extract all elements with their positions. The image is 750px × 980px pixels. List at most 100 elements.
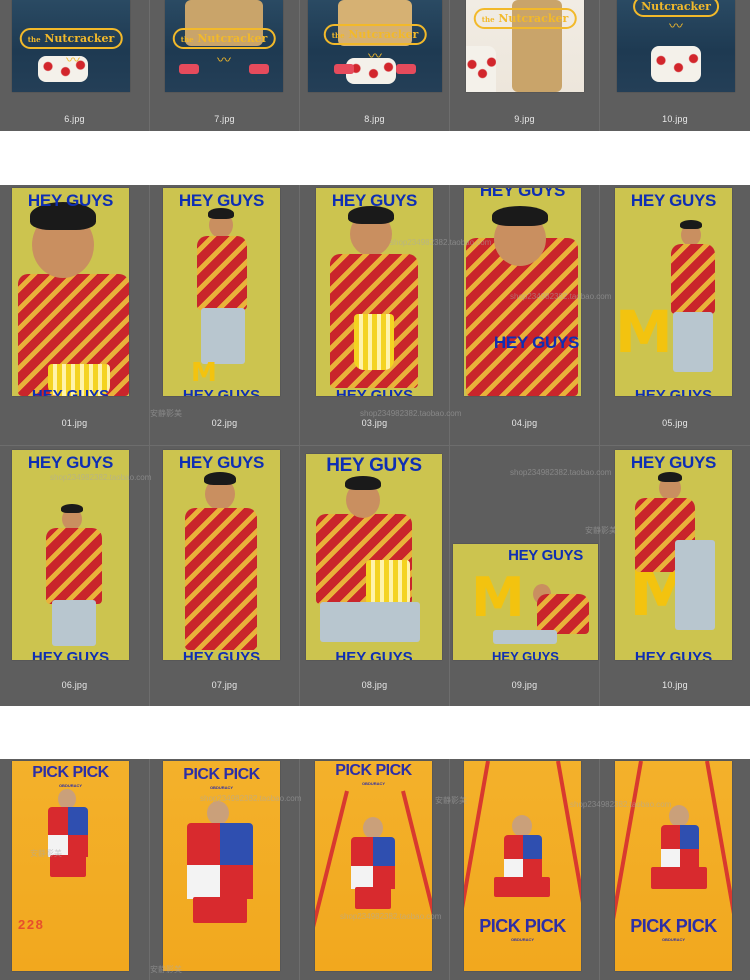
jeans bbox=[675, 540, 715, 630]
hey-guys-bottom: HEY GUYS bbox=[492, 649, 559, 660]
thumbnail-cell[interactable]: HEY GUYS HEY GUYS 06.jpg bbox=[0, 446, 150, 706]
hey-guys-bottom: HEY GUYS bbox=[182, 387, 261, 396]
hey-guys-bottom: HEY GUYS bbox=[634, 649, 713, 660]
nutcracker-logo: the Nutcracker bbox=[19, 28, 123, 49]
pick-pick-title: PICK PICK bbox=[183, 766, 260, 783]
sock bbox=[249, 64, 269, 74]
thumbnail-cell[interactable]: HEY GUYS HEY GUYS 04.jpg bbox=[450, 185, 600, 445]
thumbnail-image[interactable]: the Nutcracker 〰 bbox=[165, 0, 283, 92]
filename-label: 06.jpg bbox=[61, 680, 88, 690]
golden-arch: M bbox=[615, 298, 673, 366]
nutcracker-section: the Nutcracker 〰 6.jpg the Nutcracker 〰 … bbox=[0, 0, 750, 131]
thumbnail-cell[interactable]: HEY GUYS HEY GUYS 03.jpg bbox=[300, 185, 450, 445]
hey-guys-title: HEY GUYS bbox=[630, 191, 717, 210]
sport-shirt bbox=[504, 835, 542, 879]
thumbnail-image[interactable]: HEY GUYS HEY GUYS bbox=[316, 188, 433, 396]
hey-guys-title: HEY GUYS bbox=[326, 455, 422, 476]
hey-guys-bottom: HEY GUYS bbox=[335, 387, 414, 396]
shorts bbox=[193, 897, 247, 923]
thumbnail-image[interactable]: HEY GUYS M HEY GUYS bbox=[453, 544, 598, 660]
cone-numbers: 2 2 8 bbox=[18, 917, 43, 932]
filename-label: 7.jpg bbox=[214, 114, 235, 124]
thumbnail-cell[interactable]: Nutcracker 〰 10.jpg bbox=[600, 0, 750, 131]
sock bbox=[396, 64, 416, 74]
thumbnail-image[interactable]: the Nutcracker bbox=[466, 0, 584, 92]
thumbnail-image[interactable]: the Nutcracker 〰 bbox=[308, 0, 442, 92]
hey-guys-bottom: HEY GUYS bbox=[335, 649, 413, 660]
popcorn-bucket bbox=[354, 314, 394, 370]
thumbnail-cell[interactable]: PICK PICK OBDURACY bbox=[600, 759, 750, 980]
thumbnail-cell[interactable]: PICK PICK OBDURACY bbox=[150, 759, 300, 980]
thumbnail-image[interactable]: PICK PICK OBDURACY bbox=[315, 761, 432, 971]
thumbnail-cell[interactable]: the Nutcracker 〰 8.jpg bbox=[300, 0, 450, 131]
thumbnail-cell[interactable]: HEY GUYS M HEY GUYS 10.jpg bbox=[600, 446, 750, 706]
thumbnail-cell[interactable]: PICK PICK OBDURACY bbox=[300, 759, 450, 980]
nutcracker-logo: the Nutcracker bbox=[473, 8, 577, 29]
hair bbox=[204, 472, 236, 485]
filename-label: 07.jpg bbox=[211, 680, 238, 690]
pedestal bbox=[466, 46, 496, 92]
thumbnail-image[interactable]: PICK PICK OBDURACY 2 2 8 bbox=[12, 761, 129, 971]
sport-shirt bbox=[661, 825, 699, 869]
thumbnail-image[interactable]: HEY GUYS HEY GUYS bbox=[163, 450, 280, 660]
thumbnail-image[interactable]: HEY GUYS M HEY GUYS bbox=[615, 188, 732, 396]
hey-guys-title: HEY GUYS bbox=[178, 191, 265, 210]
sport-shirt bbox=[351, 837, 395, 889]
thumbnail-cell[interactable]: HEY GUYS HEY GUYS 07.jpg bbox=[150, 446, 300, 706]
thumbnail-image[interactable]: Nutcracker 〰 bbox=[617, 0, 735, 92]
filename-label: 04.jpg bbox=[511, 418, 538, 428]
hair bbox=[61, 504, 83, 513]
thumbnail-image[interactable]: HEY GUYS HEY GUYS bbox=[12, 450, 129, 660]
hey-guys-section: HEY GUYS HEY GUYS 01.jpg HEY GUYS M HEY … bbox=[0, 185, 750, 706]
thumbnail-cell[interactable]: PICK PICK OBDURACY 2 2 8 bbox=[0, 759, 150, 980]
mustache-icon: 〰 bbox=[217, 52, 231, 68]
kid-face bbox=[512, 815, 532, 837]
pick-pick-subtitle: OBDURACY bbox=[510, 937, 535, 942]
filename-label: 03.jpg bbox=[361, 418, 388, 428]
kid-face bbox=[58, 789, 76, 809]
thumbnail-image[interactable]: PICK PICK OBDURACY bbox=[615, 761, 732, 971]
hey-guys-title: HEY GUYS bbox=[27, 191, 114, 210]
hair bbox=[348, 206, 394, 224]
thumbnail-image[interactable]: HEY GUYS HEY GUYS bbox=[464, 188, 581, 396]
hey-guys-title: HEY GUYS bbox=[630, 453, 717, 472]
thumbnail-cell[interactable]: PICK PICK OBDURACY bbox=[450, 759, 600, 980]
thumbnail-cell[interactable]: HEY GUYS M HEY GUYS 09.jpg bbox=[450, 446, 600, 706]
shorts bbox=[355, 887, 391, 909]
thumbnail-cell[interactable]: the Nutcracker 〰 7.jpg bbox=[150, 0, 300, 131]
sweater bbox=[537, 594, 589, 634]
shorts bbox=[651, 867, 707, 889]
sport-shirt bbox=[187, 823, 253, 899]
thumbnail-cell[interactable]: the Nutcracker 〰 6.jpg bbox=[0, 0, 150, 131]
jeans bbox=[493, 630, 557, 644]
pick-pick-title: PICK PICK bbox=[479, 916, 566, 936]
filename-label: 8.jpg bbox=[364, 114, 385, 124]
filename-label: 01.jpg bbox=[61, 418, 88, 428]
hey-guys-title: HEY GUYS bbox=[508, 547, 583, 564]
pick-pick-subtitle: OBDURACY bbox=[361, 781, 386, 786]
hey-guys-title: HEY GUYS bbox=[178, 453, 265, 472]
hey-guys-title: HEY GUYS bbox=[27, 453, 114, 472]
thumbnail-image[interactable]: HEY GUYS M HEY GUYS bbox=[615, 450, 732, 660]
hair bbox=[658, 472, 682, 482]
kid-face bbox=[207, 801, 229, 825]
thumbnail-cell[interactable]: HEY GUYS HEY GUYS 01.jpg bbox=[0, 185, 150, 445]
thumbnail-image[interactable]: HEY GUYS M HEY GUYS bbox=[163, 188, 280, 396]
mustache-icon: 〰 bbox=[66, 52, 80, 68]
thumbnail-image[interactable]: HEY GUYS HEY GUYS bbox=[306, 454, 442, 660]
hey-guys-bottom: HEY GUYS bbox=[182, 649, 261, 660]
mustache-icon: 〰 bbox=[368, 48, 382, 64]
hair bbox=[492, 206, 548, 226]
thumbnail-image[interactable]: PICK PICK OBDURACY bbox=[464, 761, 581, 971]
thumbnail-cell[interactable]: the Nutcracker 9.jpg bbox=[450, 0, 600, 131]
thumbnail-cell[interactable]: HEY GUYS M HEY GUYS 05.jpg bbox=[600, 185, 750, 445]
thumbnail-cell[interactable]: HEY GUYS HEY GUYS 08.jpg bbox=[300, 446, 450, 706]
sweater bbox=[46, 528, 102, 604]
sock bbox=[179, 64, 199, 74]
thumbnail-image[interactable]: PICK PICK OBDURACY bbox=[163, 761, 280, 971]
filename-label: 02.jpg bbox=[211, 418, 238, 428]
filename-label: 9.jpg bbox=[514, 114, 535, 124]
thumbnail-cell[interactable]: HEY GUYS M HEY GUYS 02.jpg bbox=[150, 185, 300, 445]
thumbnail-image[interactable]: the Nutcracker 〰 bbox=[12, 0, 130, 92]
thumbnail-image[interactable]: HEY GUYS HEY GUYS bbox=[12, 188, 129, 396]
